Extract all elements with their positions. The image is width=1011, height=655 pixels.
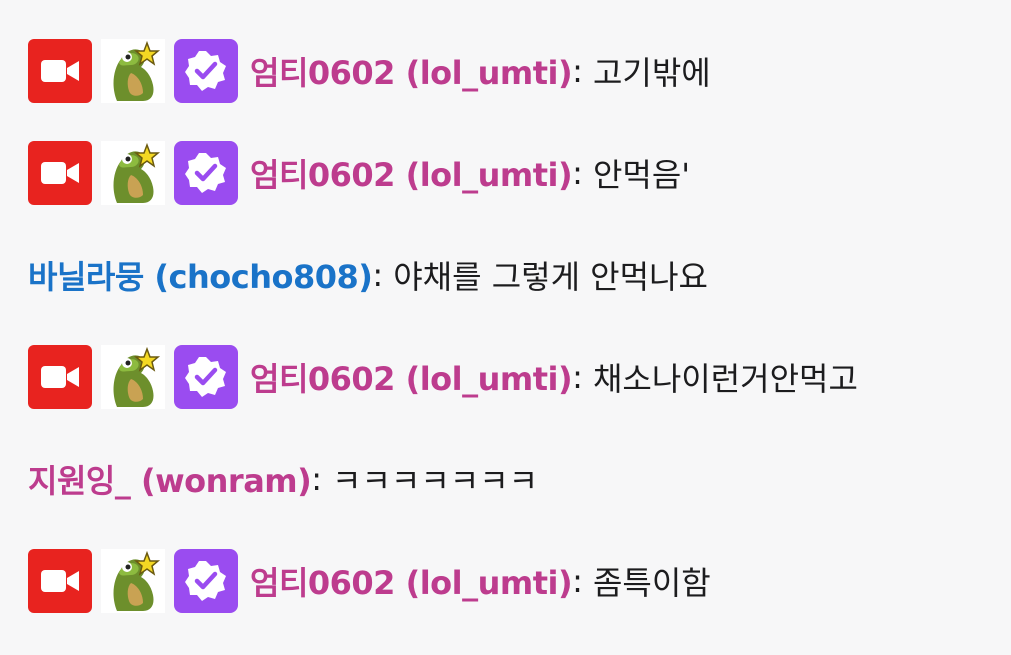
frog-star-icon[interactable] (101, 549, 165, 613)
username[interactable]: 바닐라뭉 (chocho808) (28, 252, 373, 298)
separator: : (372, 256, 384, 294)
message-text: 채소나이런거안먹고 (592, 360, 858, 398)
username[interactable]: 엄티0602 (lol_umti) (250, 354, 573, 400)
separator: : (572, 562, 583, 600)
chat-message: 바닐라뭉 (chocho808) : 야채를 그렇게 안먹나요 (28, 242, 1011, 308)
message-text: 좀특이함 (592, 564, 711, 602)
verified-check-icon[interactable] (174, 141, 238, 205)
message-text: 안먹음' (592, 156, 691, 194)
username[interactable]: 엄티0602 (lol_umti) (250, 48, 573, 94)
video-camera-icon[interactable] (28, 141, 92, 205)
chat-message: 엄티0602 (lol_umti) : 좀특이함 (28, 548, 1011, 614)
frog-star-icon[interactable] (101, 345, 165, 409)
video-camera-icon[interactable] (28, 39, 92, 103)
chat-message: 엄티0602 (lol_umti) : 안먹음' (28, 140, 1011, 206)
message-text: ㅋㅋㅋㅋㅋㅋㅋ (332, 462, 539, 500)
verified-check-icon[interactable] (174, 39, 238, 103)
verified-check-icon[interactable] (174, 549, 238, 613)
separator: : (572, 52, 583, 90)
separator: : (311, 460, 323, 498)
separator: : (572, 358, 583, 396)
video-camera-icon[interactable] (28, 345, 92, 409)
username[interactable]: 지원잉_ (wonram) (28, 456, 312, 502)
video-camera-icon[interactable] (28, 549, 92, 613)
chat-message: 엄티0602 (lol_umti) : 채소나이런거안먹고 (28, 344, 1011, 410)
separator: : (572, 154, 583, 192)
verified-check-icon[interactable] (174, 345, 238, 409)
chat-message: 엄티0602 (lol_umti) : 고기밖에 (28, 38, 1011, 104)
message-text: 고기밖에 (592, 54, 711, 92)
username[interactable]: 엄티0602 (lol_umti) (250, 150, 573, 196)
message-text: 야채를 그렇게 안먹나요 (393, 258, 708, 296)
chat-list: 엄티0602 (lol_umti) : 고기밖에 엄티0602 (lol_umt… (0, 0, 1011, 655)
frog-star-icon[interactable] (101, 141, 165, 205)
frog-star-icon[interactable] (101, 39, 165, 103)
chat-message: 지원잉_ (wonram) : ㅋㅋㅋㅋㅋㅋㅋ (28, 446, 1011, 512)
username[interactable]: 엄티0602 (lol_umti) (250, 558, 573, 604)
